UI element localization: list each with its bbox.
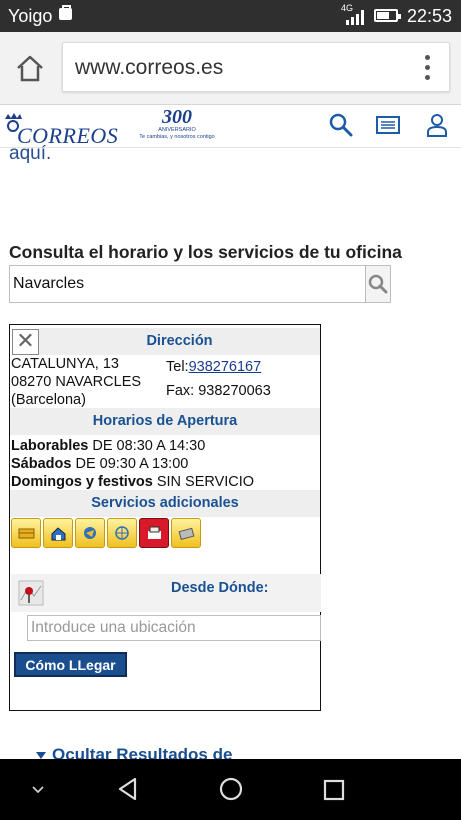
opening-hours: Laborables DE 08:30 A 14:30 Sábados DE 0…: [11, 437, 254, 491]
tel-label: Tel:: [166, 359, 189, 375]
address-bar[interactable]: www.correos.es: [62, 42, 450, 92]
office-address: CATALUNYA, 13 08270 NAVARCLES (Barcelona…: [11, 355, 141, 409]
list-icon: [376, 116, 400, 134]
search-button[interactable]: [328, 112, 354, 138]
hours-row: Sábados DE 09:30 A 13:00: [11, 455, 254, 473]
section-title: Consulta el horario y los servicios de t…: [9, 242, 402, 262]
hours-day: Domingos y festivos: [11, 474, 153, 490]
user-account-button[interactable]: [424, 112, 450, 138]
status-bar: Yoigo 4G 22:53: [0, 0, 461, 32]
address-city: 08270 NAVARCLES: [11, 374, 142, 390]
home-button[interactable]: [14, 54, 46, 84]
address-street: CATALUNYA, 13: [11, 356, 119, 372]
from-label: Desde Dónde:: [171, 580, 269, 596]
close-icon: ✕: [16, 328, 35, 353]
carrier-name: Yoigo: [8, 6, 53, 26]
get-directions-button[interactable]: Cómo LLegar: [14, 652, 127, 677]
anniversary-tagline: Te cambias, y nosotros contigo: [139, 134, 215, 140]
search-icon: [368, 274, 388, 294]
partial-link[interactable]: aquí.: [9, 143, 51, 165]
browser-toolbar: www.correos.es: [0, 32, 461, 105]
clock: 22:53: [407, 6, 453, 26]
messages-button[interactable]: [375, 112, 401, 138]
close-button[interactable]: ✕: [12, 329, 39, 355]
hours-time: DE 08:30 A 14:30: [92, 438, 206, 454]
hours-row: Domingos y festivos SIN SERVICIO: [11, 473, 254, 491]
address-header: Dirección: [39, 328, 320, 355]
hours-day: Laborables: [11, 438, 89, 454]
location-input[interactable]: [27, 615, 321, 641]
anniversary-label: ANIVERSARIO: [158, 127, 196, 133]
hours-time: SIN SERVICIO: [156, 474, 255, 490]
triangle-down-icon: [36, 752, 46, 759]
hide-results-label: Ocultar Resultados de: [52, 745, 233, 759]
back-icon[interactable]: [115, 776, 141, 802]
work-profile-icon: [59, 5, 72, 20]
home-nav-icon[interactable]: [218, 776, 244, 802]
menu-dot-icon: [425, 65, 430, 70]
office-fax: Fax: 938270063: [166, 383, 271, 399]
home-icon: [17, 55, 43, 82]
fax-service-icon[interactable]: [139, 518, 169, 548]
telegram-service-icon[interactable]: [75, 518, 105, 548]
hours-time: DE 09:30 A 13:00: [75, 456, 189, 472]
search-icon: [329, 113, 353, 137]
menu-dot-icon: [425, 75, 430, 80]
cash-service-icon[interactable]: [11, 518, 41, 548]
hide-keyboard-icon[interactable]: [30, 784, 46, 796]
internet-service-icon[interactable]: [107, 518, 137, 548]
office-info-panel: ✕ Dirección CATALUNYA, 13 08270 NAVARCLE…: [9, 324, 321, 711]
anniversary-number: 300: [162, 106, 192, 128]
office-search-button[interactable]: [366, 265, 391, 303]
user-icon: [427, 114, 447, 137]
postbox-service-icon[interactable]: [43, 518, 73, 548]
address-province: (Barcelona): [11, 392, 86, 408]
navigation-bar: [0, 759, 461, 820]
hours-day: Sábados: [11, 456, 72, 472]
from-location-row: Desde Dónde:: [11, 574, 321, 612]
office-search-input[interactable]: [9, 265, 366, 303]
office-phone: Tel:938276167: [166, 359, 261, 375]
signal-icon: [346, 9, 366, 25]
recents-icon[interactable]: [322, 778, 346, 802]
hide-results-link[interactable]: Ocultar Resultados de: [36, 745, 232, 759]
hours-row: Laborables DE 08:30 A 14:30: [11, 437, 254, 455]
tel-link[interactable]: 938276167: [189, 359, 262, 375]
map-pin-icon: [18, 580, 44, 606]
overflow-menu-button[interactable]: [423, 55, 431, 81]
anniversary-badge: 300 ANIVERSARIO Te cambias, y nosotros c…: [134, 107, 220, 145]
hours-header: Horarios de Apertura: [10, 408, 320, 435]
url-text[interactable]: www.correos.es: [75, 56, 223, 80]
services-header: Servicios adicionales: [10, 490, 320, 517]
battery-icon: [374, 9, 401, 22]
payment-service-icon[interactable]: [171, 518, 201, 548]
correos-logo[interactable]: CORREOS: [2, 111, 118, 148]
menu-dot-icon: [425, 55, 430, 60]
site-header: CORREOS 300 ANIVERSARIO Te cambias, y no…: [0, 105, 461, 148]
